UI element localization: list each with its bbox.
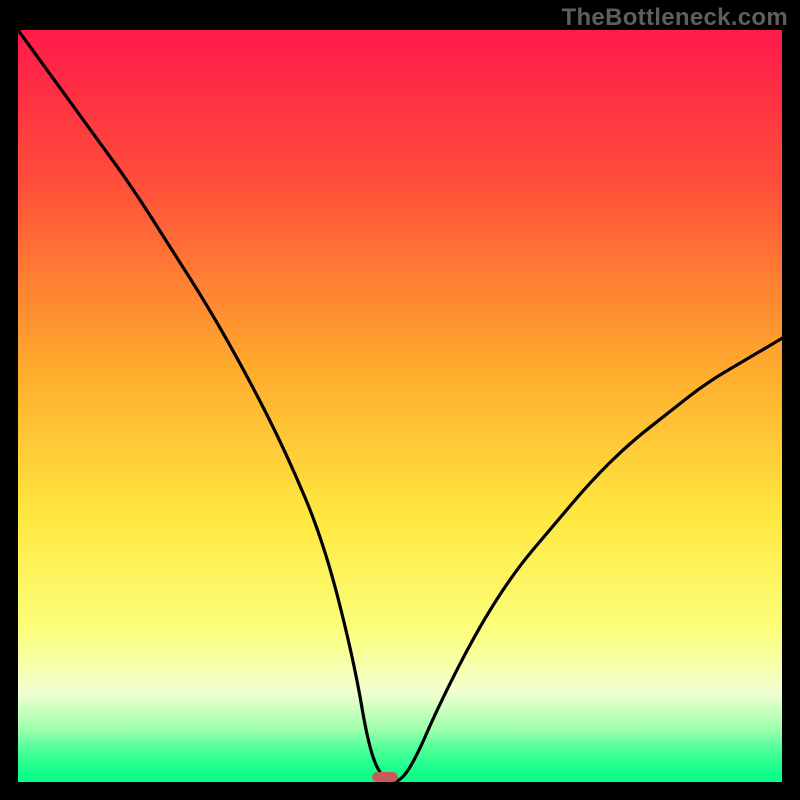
chart-frame: TheBottleneck.com [0,0,800,800]
bottleneck-curve [18,30,782,782]
optimal-marker [372,772,398,782]
watermark-text: TheBottleneck.com [562,4,788,32]
plot-area [18,30,782,782]
